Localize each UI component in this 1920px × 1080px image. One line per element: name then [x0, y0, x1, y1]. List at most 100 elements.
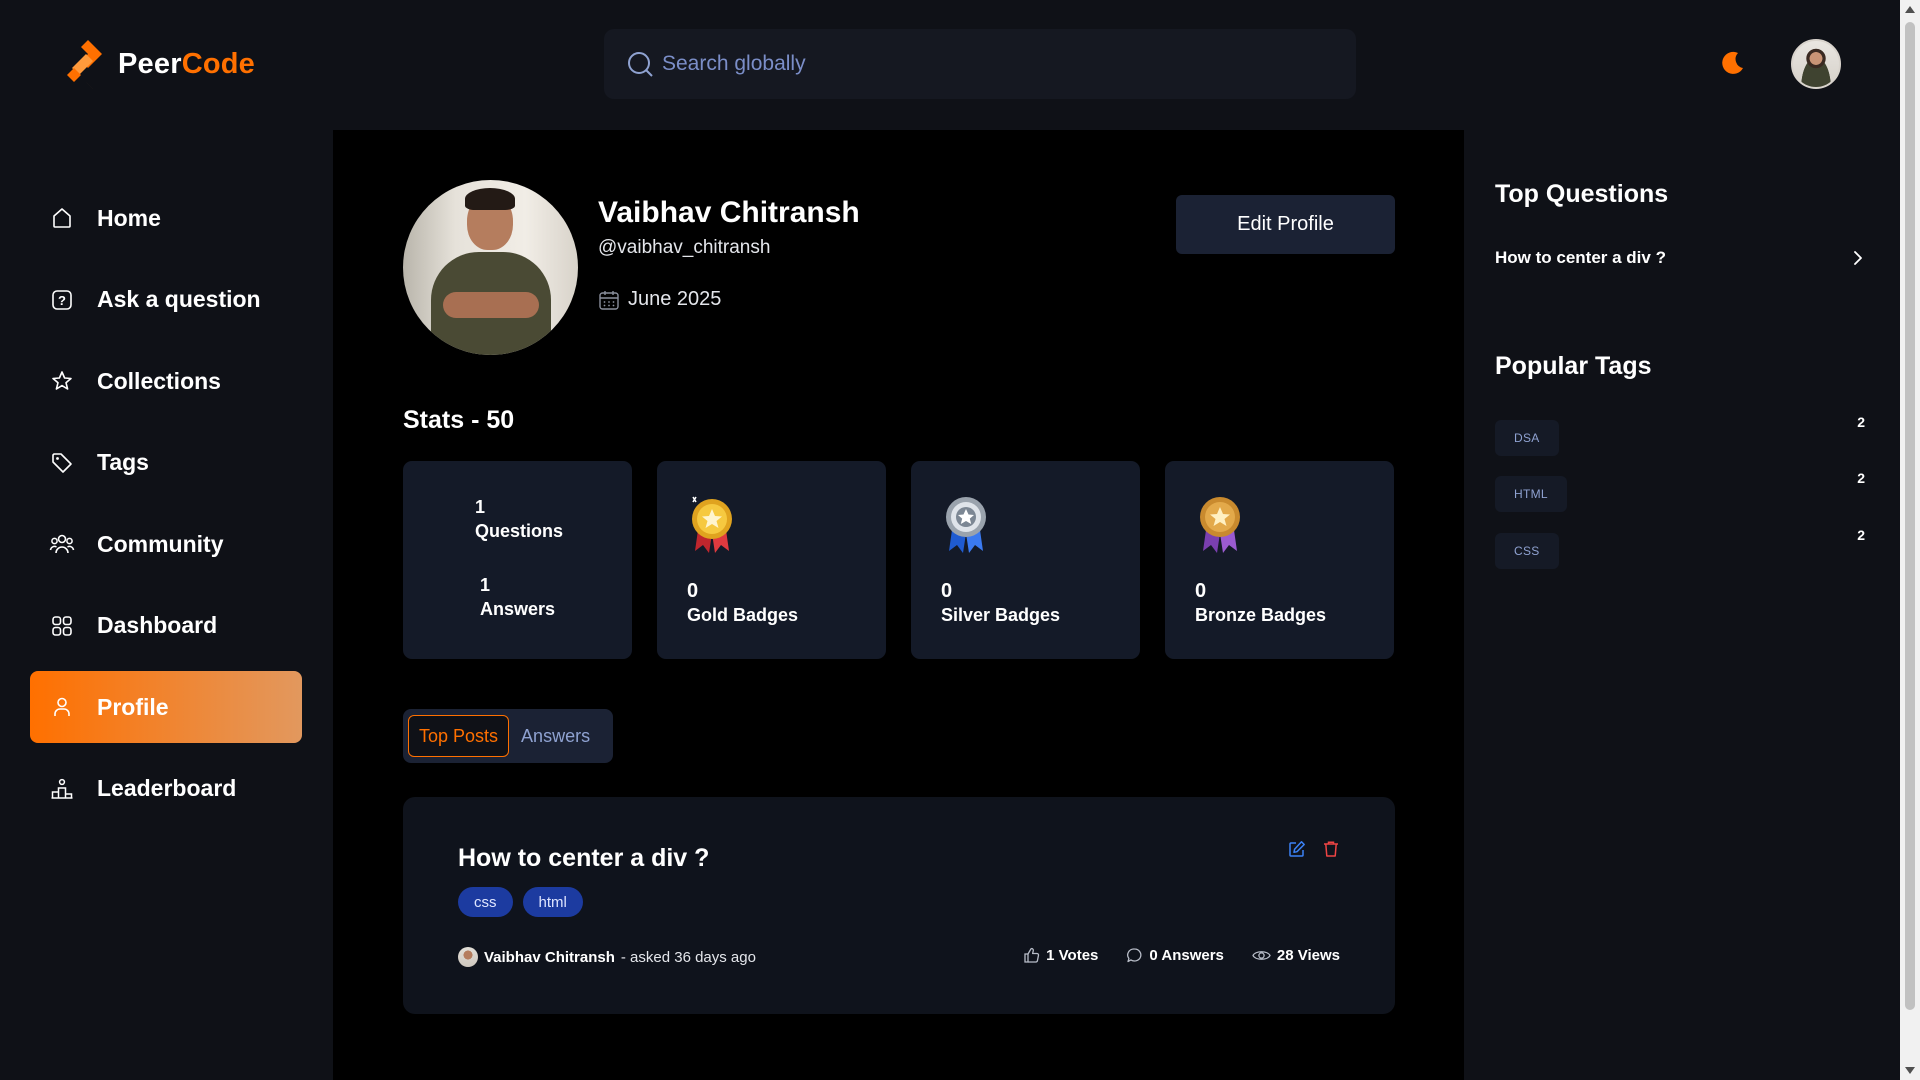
top-question-text: How to center a div ?	[1495, 248, 1666, 267]
post-author[interactable]: Vaibhav Chitransh	[484, 949, 615, 966]
sidebar-item-label: Collections	[97, 367, 221, 394]
sidebar-item-label: Profile	[97, 693, 169, 720]
left-sidebar: Home ? Ask a question Collections Tags C…	[0, 130, 333, 1080]
question-icon: ?	[49, 287, 75, 313]
silver-label: Silver Badges	[941, 605, 1061, 625]
answers-stat: 1 Answers	[480, 573, 555, 621]
profile-name: Vaibhav Chitransh	[598, 196, 860, 229]
photo-arms	[443, 292, 539, 318]
popular-tag-chip[interactable]: HTML	[1495, 476, 1567, 512]
popular-tags-title: Popular Tags	[1495, 352, 1652, 380]
answers-count: 1	[480, 575, 491, 595]
user-icon	[49, 694, 75, 720]
scroll-thumb[interactable]	[1905, 22, 1915, 1010]
sidebar-item-label: Tags	[97, 449, 149, 475]
post-tags: css html	[458, 887, 583, 917]
sidebar-item-ask-question[interactable]: ? Ask a question	[30, 264, 302, 336]
sidebar-item-label: Dashboard	[97, 612, 218, 638]
gold-count: 0	[687, 580, 699, 602]
nav-menu: Home ? Ask a question Collections Tags C…	[30, 182, 302, 834]
sidebar-item-home[interactable]: Home	[30, 182, 302, 254]
right-sidebar: Top Questions How to center a div ? Popu…	[1464, 130, 1900, 1080]
popular-tag-count: 2	[1857, 470, 1865, 486]
bronze-count: 0	[1195, 580, 1207, 602]
popular-tag-count: 2	[1857, 414, 1865, 430]
stat-card-bronze: 0 Bronze Badges	[1165, 461, 1394, 659]
top-navbar: PeerCode Search globally	[0, 0, 1900, 130]
views-count: 28 Views	[1276, 947, 1340, 964]
sidebar-item-leaderboard[interactable]: Leaderboard	[30, 753, 302, 825]
bronze-label: Bronze Badges	[1195, 605, 1327, 625]
sidebar-item-label: Home	[97, 204, 161, 231]
popular-tag-chip[interactable]: CSS	[1495, 533, 1559, 569]
global-search[interactable]: Search globally	[604, 29, 1356, 99]
profile-username: @vaibhav_chitransh	[598, 237, 771, 258]
grid-icon	[49, 613, 75, 639]
popular-tag-item[interactable]: HTML 2	[1495, 470, 1865, 512]
post-card[interactable]: How to center a div ? css html Vaibhav C…	[403, 797, 1395, 1014]
theme-toggle[interactable]	[1718, 50, 1746, 83]
users-icon	[49, 531, 75, 557]
popular-tag-chip[interactable]: DSA	[1495, 420, 1559, 456]
author-avatar	[458, 947, 478, 967]
eye-icon	[1252, 951, 1271, 960]
votes-count: 1 Votes	[1046, 947, 1099, 964]
scroll-up-arrow[interactable]	[1905, 6, 1915, 13]
sidebar-item-label: Ask a question	[97, 286, 261, 312]
post-asked-time: - asked 36 days ago	[620, 948, 756, 966]
tab-top-posts[interactable]: Top Posts	[408, 715, 510, 757]
tag-icon	[49, 450, 75, 476]
popular-tag-item[interactable]: CSS 2	[1495, 527, 1865, 569]
gold-medal-icon	[692, 496, 732, 553]
stats-title: Stats - 50	[403, 406, 515, 434]
brand-logo[interactable]: PeerCode	[66, 38, 255, 90]
votes-stat: 1 Votes	[1023, 947, 1098, 964]
thumbs-up-icon	[1024, 947, 1040, 963]
edit-icon[interactable]	[1288, 840, 1306, 858]
joined-date: June 2025	[628, 288, 722, 310]
sidebar-item-community[interactable]: Community	[30, 508, 302, 580]
brand-name-part1: Peer	[118, 47, 182, 80]
brand-name: PeerCode	[118, 48, 255, 81]
sidebar-item-label: Leaderboard	[97, 775, 237, 801]
post-tag-css[interactable]: css	[458, 887, 513, 917]
scroll-down-arrow[interactable]	[1905, 1067, 1915, 1074]
brand-name-part2: Code	[181, 47, 255, 80]
post-stats: 1 Votes 0 Answers 28 Views	[1023, 947, 1340, 964]
search-input[interactable]: Search globally	[662, 52, 806, 76]
photo-hair	[465, 188, 515, 210]
sidebar-item-dashboard[interactable]: Dashboard	[30, 590, 302, 662]
profile-joined: June 2025	[598, 288, 721, 311]
moon-icon	[1722, 51, 1743, 74]
bronze-medal-icon	[1200, 497, 1240, 553]
page-scrollbar[interactable]	[1900, 0, 1920, 1080]
tab-answers[interactable]: Answers	[511, 715, 600, 757]
stat-card-gold: 0 Gold Badges	[657, 461, 886, 659]
popular-tag-item[interactable]: DSA 2	[1495, 414, 1865, 456]
user-avatar[interactable]	[1791, 39, 1841, 89]
search-icon	[628, 52, 653, 77]
post-tag-html[interactable]: html	[522, 887, 583, 917]
answers-label: Answers	[480, 599, 556, 619]
svg-text:?: ?	[58, 293, 66, 308]
sidebar-item-profile[interactable]: Profile	[30, 671, 302, 743]
questions-label: Questions	[475, 521, 564, 541]
post-actions	[1288, 840, 1340, 858]
answers-count-post: 0 Answers	[1149, 947, 1224, 964]
trash-icon[interactable]	[1322, 840, 1340, 858]
questions-count: 1	[475, 497, 486, 517]
sidebar-item-collections[interactable]: Collections	[30, 345, 302, 417]
gold-label: Gold Badges	[687, 605, 799, 625]
silver-medal-icon	[946, 497, 986, 553]
silver-count: 0	[941, 580, 953, 602]
chevron-right-icon	[1854, 251, 1862, 265]
post-title[interactable]: How to center a div ?	[458, 844, 709, 873]
leaderboard-icon	[49, 776, 75, 802]
popular-tag-count: 2	[1857, 527, 1865, 543]
sidebar-item-tags[interactable]: Tags	[30, 427, 302, 499]
main-content: Vaibhav Chitransh @vaibhav_chitransh Jun…	[333, 130, 1464, 1080]
top-question-item[interactable]: How to center a div ?	[1495, 248, 1865, 268]
edit-profile-button[interactable]: Edit Profile	[1176, 195, 1395, 254]
calendar-icon	[599, 290, 619, 310]
home-icon	[49, 205, 75, 231]
